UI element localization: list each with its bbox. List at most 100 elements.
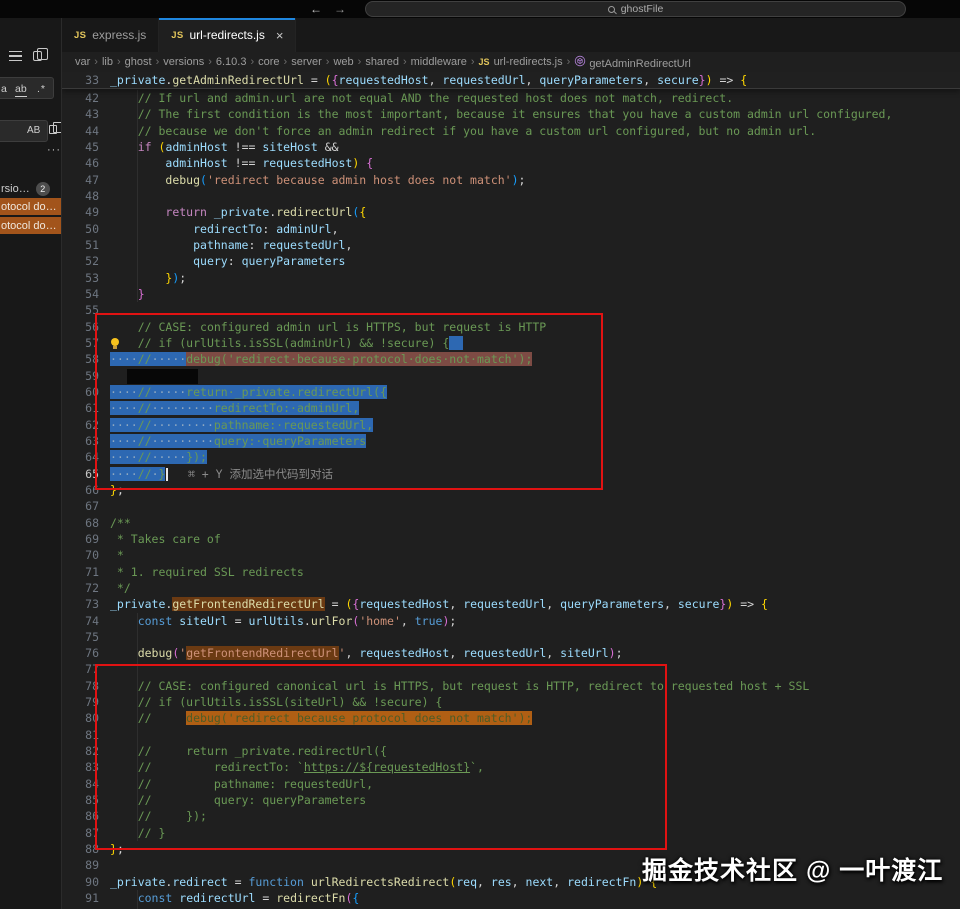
code-line: 74 const siteUrl = urlUtils.urlFor('home… xyxy=(62,612,960,629)
code-text: ····//·········query:·queryParameters xyxy=(110,433,367,448)
indent-guide xyxy=(137,890,138,907)
code-line: 65 ····//·} ⌘ + Y 添加选中代码到对话 xyxy=(62,466,960,482)
line-number: 48 xyxy=(85,188,99,203)
breadcrumb-item[interactable]: var xyxy=(75,56,90,68)
line-number: 52 xyxy=(85,254,99,269)
code-text: ····//·········pathname:·requestedUrl, xyxy=(110,417,374,432)
code-text: }); xyxy=(165,270,187,285)
search-result-file-label: rsio… xyxy=(1,182,30,195)
regex-icon[interactable]: .* xyxy=(37,84,46,95)
breadcrumb-separator: › xyxy=(94,56,98,68)
code-text xyxy=(99,368,198,384)
code-text: // }); xyxy=(137,809,207,824)
code-line: 62 ····//·········pathname:·requestedUrl, xyxy=(62,417,960,433)
tab-url-redirects.js[interactable]: JS url-redirects.js × xyxy=(159,18,297,52)
code-line: 84 // pathname: requestedUrl, xyxy=(62,775,960,793)
search-result-match[interactable]: otocol do… xyxy=(0,198,61,215)
inline-chat-hint: ⌘ + Y 添加选中代码到对话 xyxy=(187,466,333,481)
indent-guide xyxy=(137,743,138,760)
code-editor[interactable]: 33 _private.getAdminRedirectUrl = ({reque… xyxy=(62,72,960,909)
result-count-badge: 2 xyxy=(35,181,50,196)
line-number: 60 xyxy=(85,384,99,399)
forward-arrow-icon[interactable]: → xyxy=(334,3,346,15)
breadcrumb-item[interactable]: web xyxy=(333,56,353,68)
match-case-icon[interactable]: a xyxy=(1,84,7,95)
breadcrumb-item[interactable]: getAdminRedirectUrl xyxy=(574,55,691,70)
breadcrumb-item[interactable]: server xyxy=(291,56,322,68)
tab-express.js[interactable]: JS express.js xyxy=(62,18,160,52)
line-number: 63 xyxy=(85,433,99,448)
breadcrumb-separator: › xyxy=(208,56,212,68)
code-text: // The first condition is the most impor… xyxy=(137,107,893,122)
breadcrumb-label: web xyxy=(333,56,354,68)
code-line: 69 * Takes care of xyxy=(62,531,960,547)
code-line: 77 xyxy=(62,661,960,678)
breadcrumb-item[interactable]: JS url-redirects.js xyxy=(479,56,563,68)
indent-guide xyxy=(137,155,138,172)
whole-word-icon[interactable]: ab xyxy=(15,84,27,97)
code-line: 49 return _private.redirectUrl({ xyxy=(62,204,960,221)
js-file-icon: JS xyxy=(171,29,184,41)
search-result-match[interactable]: otocol do… xyxy=(0,217,61,234)
indent-guide xyxy=(137,694,138,711)
code-line: 52 query: queryParameters xyxy=(62,253,960,270)
preserve-case-icon[interactable]: AB xyxy=(27,126,40,136)
code-line: 82 // return _private.redirectUrl({ xyxy=(62,743,960,760)
line-number: 67 xyxy=(85,499,99,514)
breadcrumb-item[interactable]: shared xyxy=(365,56,399,68)
code-line: 76 debug('getFrontendRedirectUrl', reque… xyxy=(62,645,960,662)
code-line: 68 /** xyxy=(62,515,960,531)
search-icon xyxy=(607,5,615,13)
indent-guide xyxy=(137,775,138,793)
code-text: _private.getAdminRedirectUrl = ({request… xyxy=(110,73,748,87)
line-number: 74 xyxy=(85,613,99,628)
breadcrumb-separator: › xyxy=(155,56,160,68)
breadcrumb-separator: › xyxy=(357,56,362,68)
search-result-file[interactable]: rsio… 2 xyxy=(0,179,61,198)
code-line: 42 // If url and admin.url are not equal… xyxy=(62,90,960,107)
breadcrumb-separator: › xyxy=(402,56,407,68)
code-line: 86 // }); xyxy=(62,808,960,825)
command-center[interactable]: ghostFile xyxy=(365,1,906,17)
list-icon[interactable] xyxy=(9,51,22,61)
back-arrow-icon[interactable]: ← xyxy=(310,3,322,15)
code-lines[interactable]: 42 // If url and admin.url are not equal… xyxy=(62,90,960,909)
indent-guide xyxy=(137,808,138,825)
breadcrumb-item[interactable]: core xyxy=(258,56,279,68)
code-line: 45 if (adminHost !== siteHost && xyxy=(62,138,960,156)
sticky-line-content: 33 _private.getAdminRedirectUrl = ({reque… xyxy=(62,72,960,89)
toggle-details-icon[interactable]: ··· xyxy=(47,144,61,156)
breadcrumb-item[interactable]: versions xyxy=(163,56,204,68)
nav-arrows: ← → xyxy=(310,0,346,18)
indent-guide xyxy=(137,122,138,139)
line-number: 69 xyxy=(85,531,99,546)
code-text: debug('redirect because admin host does … xyxy=(165,172,526,187)
replace-input[interactable] xyxy=(0,120,48,142)
breadcrumb-separator: › xyxy=(116,56,121,68)
breadcrumb-separator: › xyxy=(325,56,330,68)
breadcrumb-item[interactable]: middleware xyxy=(411,56,467,68)
indent-guide xyxy=(137,90,138,107)
line-number: 75 xyxy=(85,629,99,644)
indent-guide xyxy=(137,269,138,286)
line-number: 65 xyxy=(85,466,99,481)
indent-guide xyxy=(137,824,138,842)
replace-all-icon[interactable] xyxy=(49,122,61,134)
code-text: // because we don't force an admin redir… xyxy=(137,123,817,138)
sticky-scroll-line[interactable]: 33 _private.getAdminRedirectUrl = ({reque… xyxy=(62,72,960,89)
indent-guide xyxy=(137,792,138,809)
code-text: // CASE: configured canonical url is HTT… xyxy=(137,678,810,693)
line-number: 44 xyxy=(85,123,99,138)
code-text: /** xyxy=(110,515,131,530)
breadcrumb-item[interactable]: lib xyxy=(102,56,113,68)
redacted-block xyxy=(127,368,198,384)
open-in-editor-icon[interactable] xyxy=(33,47,48,61)
code-line: 64 ····//·····}); xyxy=(62,449,960,465)
indent-guide xyxy=(137,106,138,123)
close-icon[interactable]: × xyxy=(276,29,284,42)
line-number: 64 xyxy=(85,450,99,465)
breadcrumb-item[interactable]: 6.10.3 xyxy=(216,56,247,68)
breadcrumb-item[interactable]: ghost xyxy=(125,56,152,68)
